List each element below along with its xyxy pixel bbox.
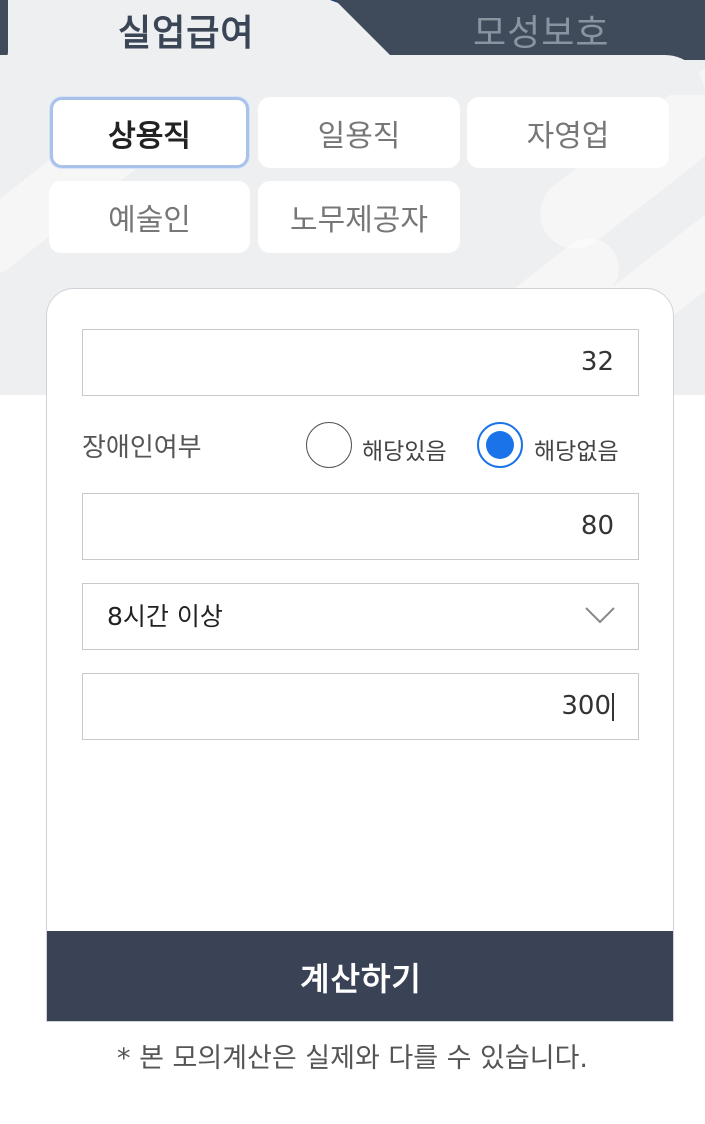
- tab-unemployment-benefit[interactable]: 실업급여: [118, 4, 254, 56]
- disability-yes-label[interactable]: 해당있음: [362, 432, 447, 466]
- disability-label: 장애인여부: [82, 433, 202, 463]
- disability-no-radio[interactable]: [477, 422, 523, 468]
- second-value: 80: [580, 511, 614, 541]
- worker-type-artist-button[interactable]: 예술인: [49, 181, 250, 253]
- age-value: 32: [580, 347, 614, 377]
- worker-type-self-employed-button[interactable]: 자영업: [467, 97, 669, 168]
- tab-maternity-protection[interactable]: 모성보호: [473, 4, 609, 56]
- worker-type-labor-provider-button[interactable]: 노무제공자: [258, 181, 460, 253]
- disclaimer-note: * 본 모의계산은 실제와 다를 수 있습니다.: [116, 1043, 589, 1074]
- chevron-down-icon: [585, 607, 615, 624]
- panel-top-edge: [0, 55, 705, 95]
- third-value-input[interactable]: 300: [82, 673, 639, 740]
- second-value-input[interactable]: 80: [82, 493, 639, 560]
- disability-no-label[interactable]: 해당없음: [534, 432, 619, 466]
- text-cursor: [612, 692, 614, 721]
- third-value: 300: [561, 691, 611, 721]
- worker-type-regular-button[interactable]: 상용직: [50, 97, 249, 168]
- age-input[interactable]: 32: [82, 329, 639, 396]
- disability-yes-radio[interactable]: [306, 422, 352, 468]
- work-hours-select[interactable]: 8시간 이상: [82, 583, 639, 650]
- calculate-button[interactable]: 계산하기: [47, 931, 673, 1021]
- worker-type-daily-button[interactable]: 일용직: [258, 97, 460, 168]
- tab-corner: [0, 0, 8, 60]
- calculator-card: 32 장애인여부 해당있음 해당없음 80 8시간 이상 300 계산하기: [46, 288, 674, 1022]
- top-tab-bar: 실업급여 모성보호: [0, 0, 705, 60]
- work-hours-selected: 8시간 이상: [107, 602, 223, 631]
